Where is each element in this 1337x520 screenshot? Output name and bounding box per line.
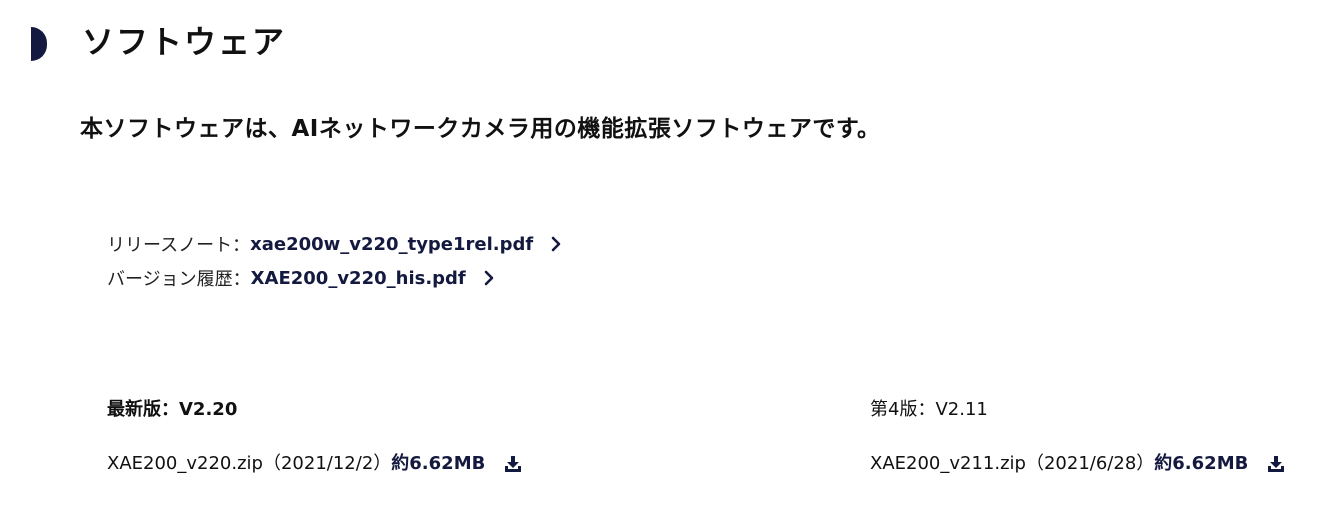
section-marker [31,27,47,61]
latest-version-file: XAE200_v220.zip（2021/12/2） 約6.62MB [107,450,523,478]
download-icon [505,456,522,472]
previous-version-file: XAE200_v211.zip（2021/6/28） 約6.62MB [870,450,1286,478]
release-notes-link[interactable]: xae200w_v220_type1rel.pdf [250,234,563,255]
version-history-link[interactable]: XAE200_v220_his.pdf [251,268,496,289]
version-history-label: バージョン履歴： [107,269,251,290]
document-links: リリースノート： xae200w_v220_type1rel.pdf バージョン… [107,227,563,295]
latest-version-filename: XAE200_v220.zip（2021/12/2） [107,453,392,474]
previous-version-filename: XAE200_v211.zip（2021/6/28） [870,453,1155,474]
release-notes-row: リリースノート： xae200w_v220_type1rel.pdf [107,227,563,261]
release-notes-filename: xae200w_v220_type1rel.pdf [250,233,534,255]
chevron-right-icon [551,236,561,252]
section-description: 本ソフトウェアは、AIネットワークカメラ用の機能拡張ソフトウェアです。 [80,116,881,142]
latest-version-size: 約6.62MB [391,453,486,474]
latest-download-button[interactable] [485,454,523,474]
release-notes-label: リリースノート： [107,235,251,256]
previous-download-button[interactable] [1248,454,1286,474]
previous-version-label: 第4版：V2.11 [870,399,988,420]
latest-version-block: 最新版：V2.20 XAE200_v220.zip（2021/12/2） 約6.… [107,396,523,478]
chevron-right-icon [484,270,494,286]
version-history-filename: XAE200_v220_his.pdf [250,267,466,289]
download-icon [1268,456,1285,472]
previous-version-size: 約6.62MB [1154,453,1249,474]
software-section: ソフトウェア 本ソフトウェアは、AIネットワークカメラ用の機能拡張ソフトウェアで… [0,0,1337,520]
latest-version-label: 最新版：V2.20 [107,399,238,420]
previous-version-block: 第4版：V2.11 XAE200_v211.zip（2021/6/28） 約6.… [870,396,1286,478]
version-history-row: バージョン履歴： XAE200_v220_his.pdf [107,261,563,295]
section-title: ソフトウェア [82,23,287,61]
